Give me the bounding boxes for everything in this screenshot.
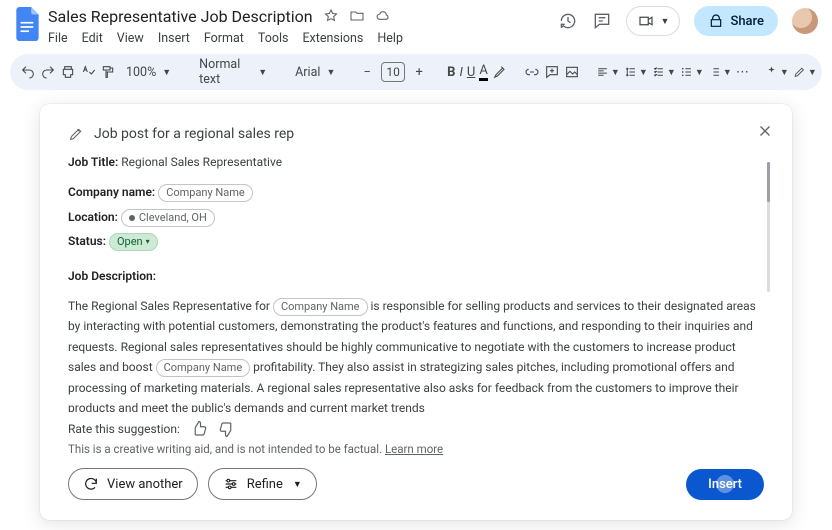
zoom-select[interactable]: 100%▼ xyxy=(120,65,177,80)
ai-prompt-title: Job post for a regional sales rep xyxy=(94,126,294,142)
learn-more-link[interactable]: Learn more xyxy=(385,442,443,456)
star-icon[interactable] xyxy=(323,8,339,24)
move-icon[interactable] xyxy=(349,8,365,24)
spellcheck-button[interactable] xyxy=(80,60,96,84)
comment-icon[interactable] xyxy=(592,11,612,31)
bulletlist-button[interactable]: ▼ xyxy=(680,60,704,84)
menu-file[interactable]: File xyxy=(48,31,68,46)
avatar[interactable] xyxy=(792,8,818,34)
thumbs-down-icon[interactable] xyxy=(218,420,236,438)
more-button[interactable]: ⋯ xyxy=(736,60,749,84)
view-another-button[interactable]: View another xyxy=(68,468,198,500)
lock-icon xyxy=(708,13,724,29)
numberlist-button[interactable]: ▼ xyxy=(708,60,732,84)
linespacing-button[interactable]: ▼ xyxy=(624,60,648,84)
rate-label: Rate this suggestion: xyxy=(68,422,180,436)
style-select[interactable]: Normal text▼ xyxy=(193,57,273,87)
refresh-icon xyxy=(83,476,99,492)
menu-bar: File Edit View Insert Format Tools Exten… xyxy=(48,28,558,48)
menu-insert[interactable]: Insert xyxy=(158,31,190,46)
menu-tools[interactable]: Tools xyxy=(258,31,289,46)
thumbs-up-icon[interactable] xyxy=(190,420,208,438)
fontsize-control[interactable]: − 10 + xyxy=(355,60,431,84)
close-button[interactable] xyxy=(756,122,774,140)
paint-format-button[interactable] xyxy=(100,60,116,84)
insert-button[interactable]: Insert xyxy=(686,469,764,500)
editmode-button[interactable]: ▼ xyxy=(793,60,817,84)
menu-extensions[interactable]: Extensions xyxy=(302,31,363,46)
company-chip-inline[interactable]: Company Name xyxy=(273,298,368,316)
location-chip[interactable]: Cleveland, OH xyxy=(121,209,215,227)
menu-help[interactable]: Help xyxy=(377,31,403,46)
fontsize-increase[interactable]: + xyxy=(407,60,431,84)
undo-button[interactable] xyxy=(20,60,36,84)
share-button[interactable]: Share xyxy=(694,6,778,36)
ai-tool-button[interactable]: ▼ xyxy=(765,60,789,84)
textcolor-button[interactable]: A xyxy=(479,60,487,84)
ai-generated-content: Job Title: Regional Sales Representative… xyxy=(68,152,764,412)
company-chip[interactable]: Company Name xyxy=(158,184,253,202)
company-chip-inline2[interactable]: Company Name xyxy=(156,359,251,377)
italic-button[interactable]: I xyxy=(459,60,462,84)
chevron-down-icon: ▼ xyxy=(661,16,670,27)
ai-suggestion-card: Job post for a regional sales rep Job Ti… xyxy=(40,104,792,520)
chevron-down-icon: ▼ xyxy=(293,479,302,490)
menu-edit[interactable]: Edit xyxy=(82,31,103,46)
doc-title[interactable]: Sales Representative Job Description xyxy=(48,7,313,26)
tune-icon xyxy=(223,476,239,492)
menu-format[interactable]: Format xyxy=(204,31,244,46)
scrollbar[interactable] xyxy=(767,162,770,292)
camera-icon xyxy=(637,12,655,30)
print-button[interactable] xyxy=(60,60,76,84)
bold-button[interactable]: B xyxy=(447,60,455,84)
cloud-icon[interactable] xyxy=(375,8,391,24)
underline-button[interactable]: U xyxy=(467,60,475,84)
fontsize-value[interactable]: 10 xyxy=(381,62,405,82)
share-label: Share xyxy=(730,14,764,29)
disclaimer-text: This is a creative writing aid, and is n… xyxy=(68,442,764,456)
menu-view[interactable]: View xyxy=(117,31,144,46)
redo-button[interactable] xyxy=(40,60,56,84)
highlight-button[interactable] xyxy=(492,60,508,84)
link-button[interactable] xyxy=(524,60,540,84)
history-icon[interactable] xyxy=(558,11,578,31)
checklist-button[interactable]: ▼ xyxy=(652,60,676,84)
image-button[interactable] xyxy=(564,60,580,84)
addcomment-button[interactable] xyxy=(544,60,560,84)
docs-logo[interactable] xyxy=(14,6,42,42)
toolbar: 100%▼ Normal text▼ Arial▼ − 10 + B I U A… xyxy=(10,54,822,90)
font-select[interactable]: Arial▼ xyxy=(289,65,339,80)
pencil-icon xyxy=(68,126,84,142)
align-button[interactable]: ▼ xyxy=(596,60,620,84)
meet-button[interactable]: ▼ xyxy=(626,6,681,36)
fontsize-decrease[interactable]: − xyxy=(355,60,379,84)
status-chip[interactable]: Open▾ xyxy=(109,233,158,251)
refine-button[interactable]: Refine ▼ xyxy=(208,468,317,500)
